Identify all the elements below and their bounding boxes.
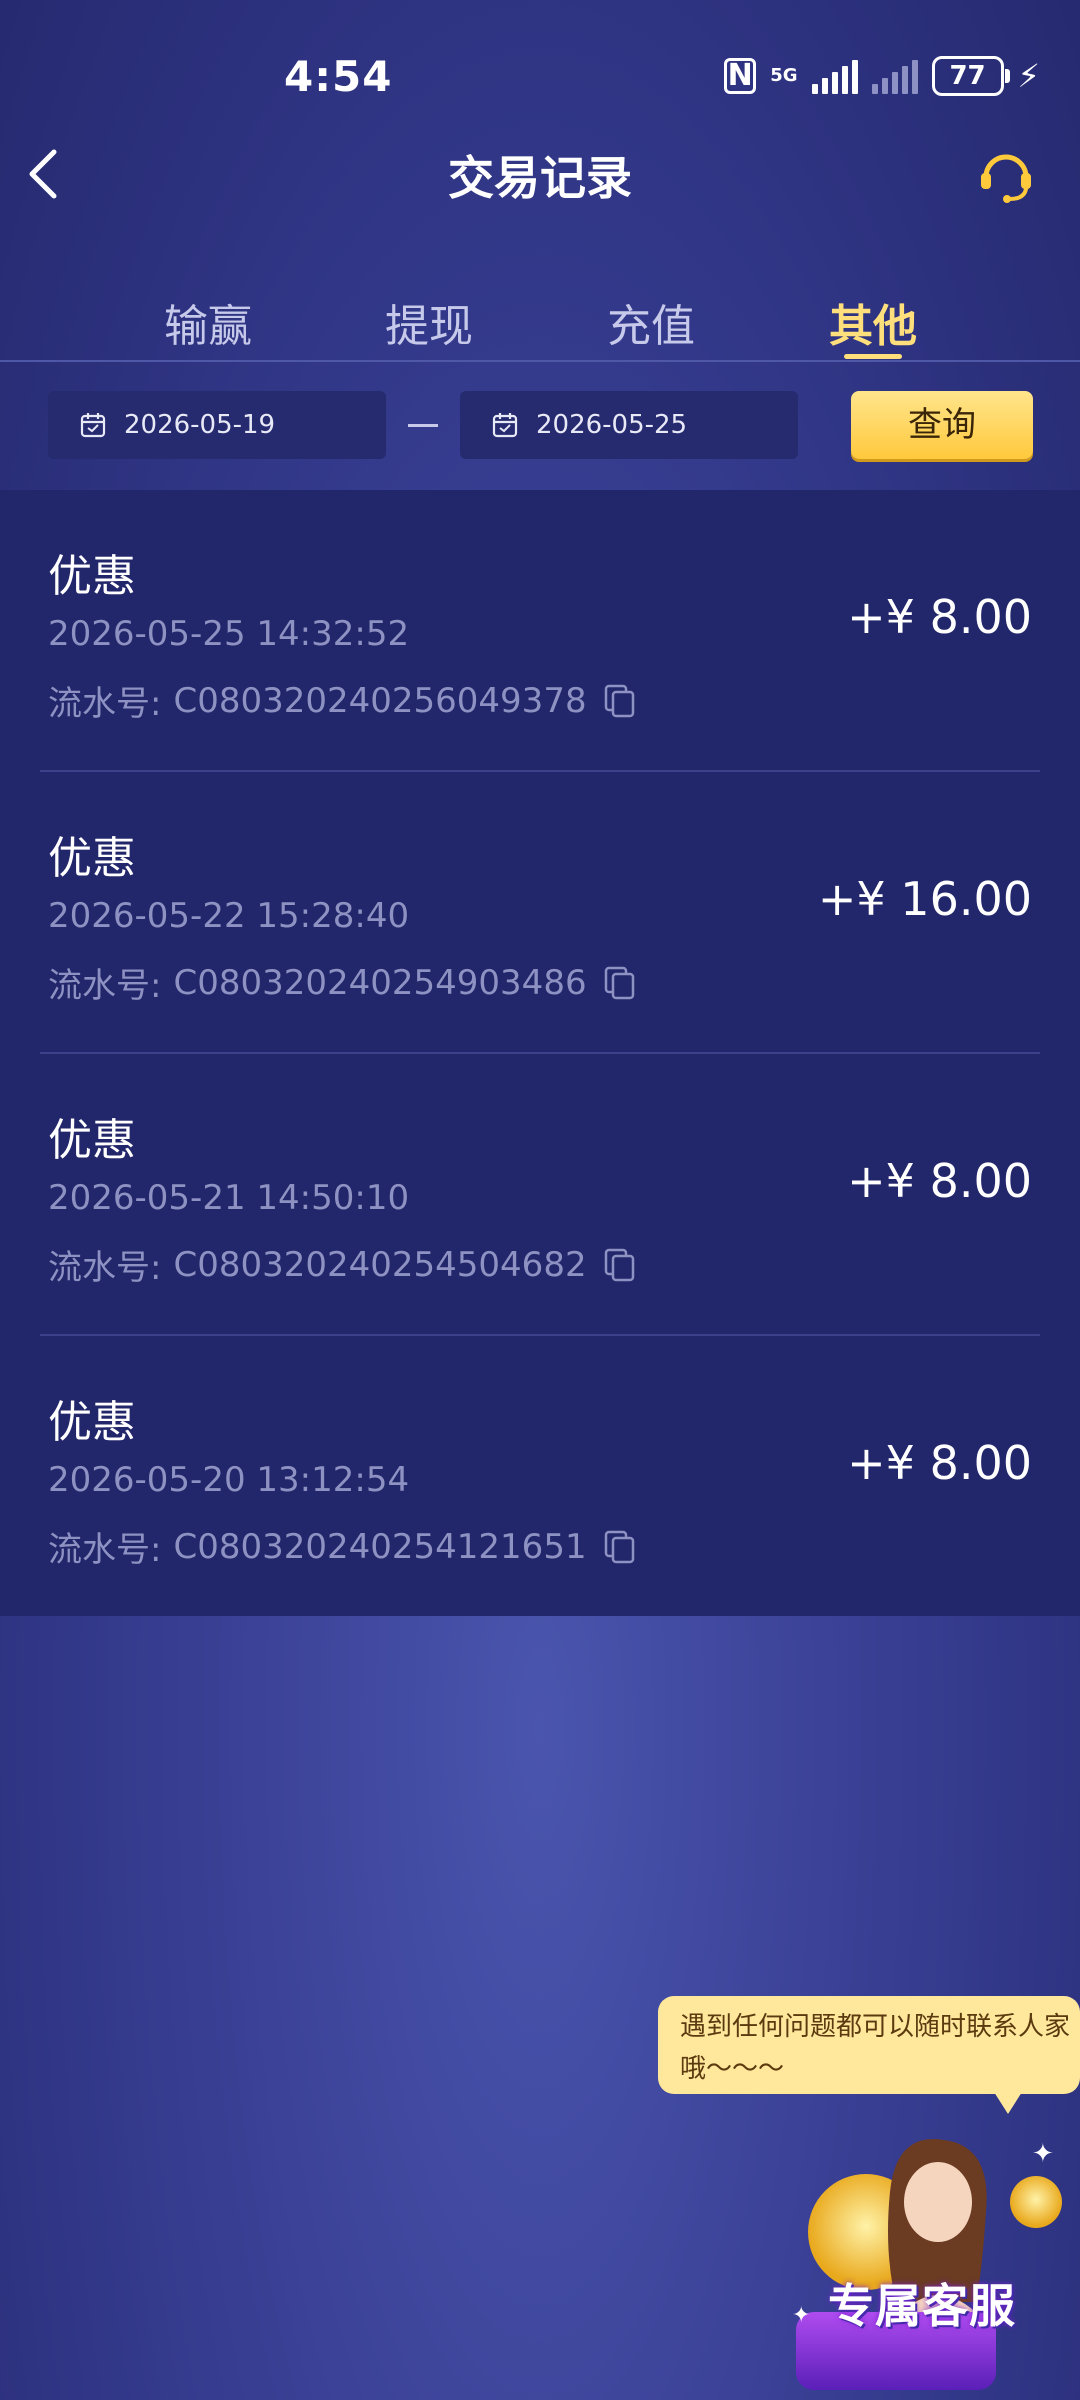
- record-serial: 流水号: C080320240254121651: [48, 1522, 637, 1571]
- start-date-value: 2026-05-19: [124, 410, 276, 440]
- list-item[interactable]: 优惠 2026-05-22 15:28:40 流水号: C08032024025…: [0, 772, 1080, 1054]
- record-type: 优惠: [48, 551, 136, 602]
- tab-active-indicator: [844, 354, 902, 359]
- headset-icon[interactable]: [976, 145, 1036, 205]
- mascot-label: 专属客服: [828, 2279, 1016, 2333]
- serial-number: C080320240254903486: [173, 962, 587, 1003]
- record-serial: 流水号: C080320240256049378: [48, 676, 637, 725]
- tab-withdraw[interactable]: 提现: [359, 290, 499, 354]
- serial-number: C080320240256049378: [173, 680, 587, 721]
- serial-label: 流水号:: [48, 1248, 162, 1288]
- svg-text:✦: ✦: [1032, 2139, 1054, 2169]
- record-type: 优惠: [48, 833, 136, 884]
- charging-icon: ⚡: [1017, 57, 1040, 95]
- date-range-separator: [408, 424, 438, 427]
- list-item[interactable]: 优惠 2026-05-25 14:32:52 流水号: C08032024025…: [0, 490, 1080, 772]
- record-type: 优惠: [48, 1115, 136, 1166]
- status-bar: 4:54 N 5G 77 ⚡: [0, 0, 1080, 150]
- signal-weak-icon: [871, 58, 918, 94]
- tab-deposit[interactable]: 充值: [581, 290, 721, 354]
- copy-icon[interactable]: [603, 965, 637, 1001]
- end-date-value: 2026-05-25: [536, 410, 688, 440]
- support-tip-bubble[interactable]: 遇到任何问题都可以随时联系人家哦～～～: [658, 1996, 1080, 2114]
- calendar-icon: [492, 413, 518, 438]
- network-type-label: 5G: [770, 65, 798, 86]
- start-date-picker[interactable]: 2026-05-19: [48, 391, 386, 459]
- copy-icon[interactable]: [603, 1247, 637, 1283]
- record-amount: +¥ 8.00: [847, 1436, 1032, 1490]
- record-amount: +¥ 16.00: [817, 872, 1032, 926]
- serial-number: C080320240254121651: [173, 1526, 587, 1567]
- record-time: 2026-05-22 15:28:40: [48, 896, 410, 936]
- record-amount: +¥ 8.00: [847, 1154, 1032, 1208]
- record-time: 2026-05-20 13:12:54: [48, 1460, 410, 1500]
- support-mascot-icon[interactable]: ✦ ✦: [786, 2122, 1080, 2400]
- copy-icon[interactable]: [603, 683, 637, 719]
- record-serial: 流水号: C080320240254504682: [48, 1240, 637, 1289]
- svg-text:✦: ✦: [792, 2303, 810, 2328]
- battery-icon: 77: [931, 56, 1010, 96]
- nfc-icon: N: [724, 58, 757, 94]
- tab-bar: 输赢 提现 充值 其他: [0, 290, 1080, 360]
- record-amount: +¥ 8.00: [847, 590, 1032, 644]
- tab-win-loss[interactable]: 输赢: [138, 290, 278, 354]
- list-item[interactable]: 优惠 2026-05-20 13:12:54 流水号: C08032024025…: [0, 1336, 1080, 1618]
- end-date-picker[interactable]: 2026-05-25: [460, 391, 798, 459]
- tab-other[interactable]: 其他: [803, 290, 943, 354]
- calendar-icon: [80, 413, 106, 438]
- status-time: 4:54: [284, 52, 393, 101]
- record-time: 2026-05-21 14:50:10: [48, 1178, 410, 1218]
- serial-label: 流水号:: [48, 1530, 162, 1570]
- record-type: 优惠: [48, 1397, 136, 1448]
- record-serial: 流水号: C080320240254903486: [48, 958, 637, 1007]
- record-time: 2026-05-25 14:32:52: [48, 614, 410, 654]
- list-item[interactable]: 优惠 2026-05-21 14:50:10 流水号: C08032024025…: [0, 1054, 1080, 1336]
- query-button[interactable]: 查询: [851, 391, 1033, 459]
- copy-icon[interactable]: [603, 1529, 637, 1565]
- status-icons: N 5G 77 ⚡: [724, 56, 1040, 96]
- signal-strong-icon: [811, 58, 858, 94]
- tab-divider: [0, 360, 1080, 362]
- serial-label: 流水号:: [48, 684, 162, 724]
- serial-number: C080320240254504682: [173, 1244, 587, 1285]
- serial-label: 流水号:: [48, 966, 162, 1006]
- record-list: 优惠 2026-05-25 14:32:52 流水号: C08032024025…: [0, 490, 1080, 1616]
- page-title: 交易记录: [448, 151, 632, 205]
